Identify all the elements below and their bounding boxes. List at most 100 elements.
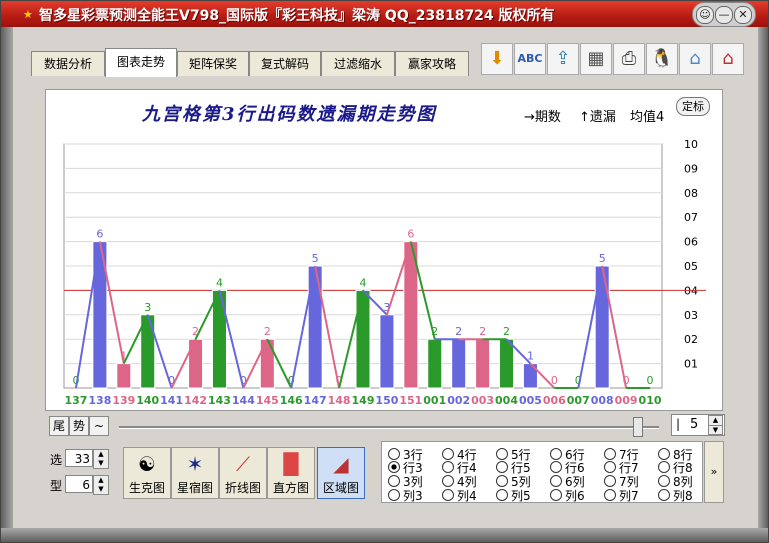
minimize-button[interactable]: — [715, 6, 733, 24]
radio-option[interactable]: 列8 [658, 487, 693, 504]
tab-matrix[interactable]: 矩阵保奖 [177, 51, 249, 76]
export-icon[interactable]: ⇪ [547, 43, 579, 75]
x-tick-label: 140 [136, 394, 159, 407]
radio-option[interactable]: 列4 [442, 487, 477, 504]
tilde-button[interactable]: ~ [89, 416, 109, 436]
btn-line-chart[interactable]: ⟋ 折线图 [219, 447, 267, 499]
radio-option[interactable]: 列3 [388, 487, 423, 504]
radio-circle-icon [442, 461, 454, 473]
x-tick-label: 139 [112, 394, 135, 407]
close-button[interactable]: ✕ [734, 6, 752, 24]
area-chart-icon: ◢ [333, 452, 349, 476]
down-arrow-icon[interactable]: ⬇ [481, 43, 513, 75]
radio-label: 列8 [673, 489, 693, 503]
left-frame [1, 27, 13, 542]
x-tick-label: 151 [399, 394, 422, 407]
radio-circle-icon [496, 461, 508, 473]
tab-compound-decode[interactable]: 复式解码 [249, 51, 321, 76]
bar [427, 338, 443, 389]
printer-icon[interactable]: ⎙ [613, 43, 645, 75]
y-tick-label: 05 [684, 260, 698, 273]
right-frame [758, 27, 768, 542]
tab-data-analysis[interactable]: 数据分析 [31, 51, 105, 76]
select-label: 选 [50, 453, 63, 467]
radio-circle-icon [604, 475, 616, 487]
radio-circle-icon [388, 461, 400, 473]
radio-circle-icon [550, 489, 562, 501]
bar [259, 338, 275, 389]
radio-option[interactable]: 列6 [550, 487, 585, 504]
data-label: 4 [216, 276, 223, 289]
type-input[interactable]: 6 [65, 475, 93, 493]
skin-button[interactable]: ☺ [696, 6, 714, 24]
tab-winner-guide[interactable]: 赢家攻略 [395, 51, 469, 76]
bar [475, 338, 491, 389]
btn-histogram-label: 直方图 [272, 481, 309, 495]
bar [307, 265, 323, 389]
y-tick-label: 02 [684, 333, 698, 346]
more-options-button[interactable]: » [704, 441, 724, 503]
x-tick-label: 005 [519, 394, 542, 407]
btn-area-chart[interactable]: ◢ 区域图 [317, 447, 365, 499]
data-label: 0 [647, 374, 654, 387]
tab-filter[interactable]: 过滤缩水 [321, 51, 395, 76]
bar [116, 363, 132, 389]
btn-histogram[interactable]: ▐▌ 直方图 [267, 447, 315, 499]
trend-button[interactable]: 势 [69, 416, 89, 436]
home-icon[interactable]: ⌂ [712, 43, 744, 75]
x-tick-label: 142 [184, 394, 207, 407]
data-label: 2 [264, 325, 271, 338]
type-spinner-icon[interactable]: ▲ ▼ [93, 475, 109, 495]
x-tick-label: 146 [280, 394, 303, 407]
spinner-down-icon[interactable]: ▼ [708, 425, 723, 435]
data-label: 5 [312, 252, 319, 265]
x-tick-label: 144 [232, 394, 255, 407]
data-label: 4 [360, 276, 367, 289]
radio-circle-icon [550, 461, 562, 473]
data-label: 2 [479, 325, 486, 338]
radio-circle-icon [658, 489, 670, 501]
x-tick-label: 006 [543, 394, 566, 407]
data-label: 5 [599, 252, 606, 265]
y-tick-label: 07 [684, 211, 698, 224]
radio-label: 列4 [457, 489, 477, 503]
select-count-input[interactable]: 33 [65, 449, 93, 467]
radio-circle-icon [496, 475, 508, 487]
qq-penguin-icon[interactable]: 🐧 [646, 43, 678, 75]
bar [451, 338, 467, 389]
tail-button[interactable]: 尾 [49, 416, 69, 436]
app-star-icon: ★ [23, 8, 33, 21]
x-tick-label: 150 [375, 394, 398, 407]
radio-circle-icon [496, 489, 508, 501]
bar [594, 265, 610, 389]
btn-shengke-chart[interactable]: ☯ 生克图 [123, 447, 171, 499]
title-bar[interactable]: ★ 智多星彩票预测全能王V798_国际版『彩王科技』梁涛 QQ_23818724… [1, 1, 768, 27]
select-spinner-icon[interactable]: ▲ ▼ [93, 449, 109, 469]
calculator-icon[interactable]: ▦ [580, 43, 612, 75]
period-slider-track[interactable] [119, 426, 659, 429]
radio-option[interactable]: 列7 [604, 487, 639, 504]
radio-label: 列5 [511, 489, 531, 503]
period-slider-thumb[interactable] [633, 417, 643, 437]
y-tick-label: 08 [684, 187, 698, 200]
radio-label: 列3 [403, 489, 423, 503]
bar [188, 338, 204, 389]
y-tick-label: 01 [684, 358, 698, 371]
histogram-icon: ▐▌ [275, 452, 307, 476]
y-tick-label: 09 [684, 162, 698, 175]
spinner-value: 5 [690, 417, 699, 432]
yin-yang-icon: ☯ [138, 452, 156, 476]
x-tick-label: 147 [304, 394, 327, 407]
row-column-selector: 3行 行3 3列 列3 4行 行4 4列 列4 5行 行5 5列 列5 6行 行6 6列 列6 7行 行7 7列 列7… [381, 441, 703, 503]
radio-option[interactable]: 列5 [496, 487, 531, 504]
x-tick-label: 001 [423, 394, 446, 407]
x-tick-label: 143 [208, 394, 231, 407]
tab-chart-trend[interactable]: 图表走势 [105, 48, 177, 77]
x-tick-label: 007 [567, 394, 590, 407]
basket-icon[interactable]: ⌂ [679, 43, 711, 75]
data-label: 2 [503, 325, 510, 338]
spellcheck-icon[interactable]: ABC [514, 43, 546, 75]
period-spinner[interactable]: | 5 ▲ ▼ [671, 414, 725, 436]
btn-star-chart[interactable]: ✶ 星宿图 [171, 447, 219, 499]
x-tick-label: 138 [88, 394, 111, 407]
